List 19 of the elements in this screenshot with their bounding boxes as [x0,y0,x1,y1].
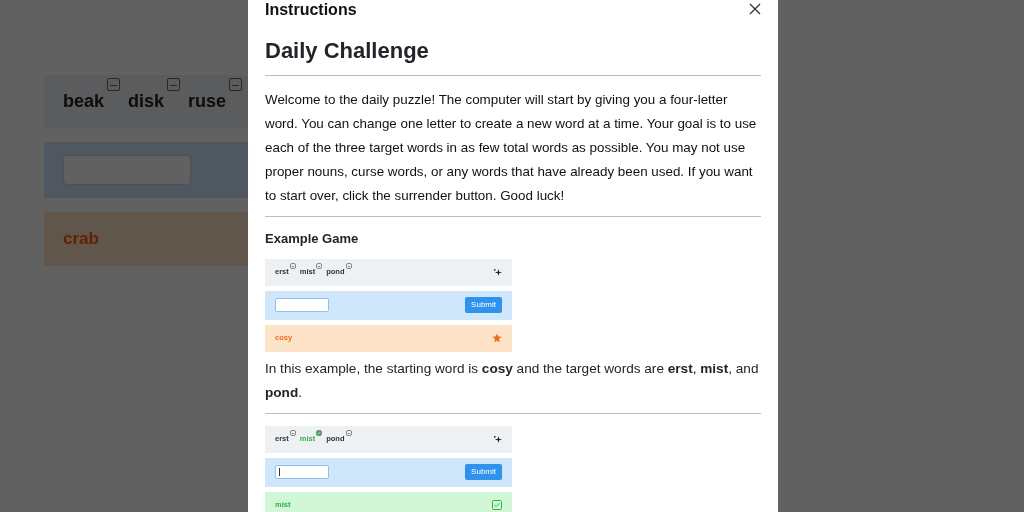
close-button[interactable] [749,2,763,17]
word-input-field[interactable] [275,298,329,312]
submit-button[interactable]: Submit [465,464,502,480]
submit-button[interactable]: Submit [465,297,502,313]
sparkle-icon[interactable] [493,267,502,277]
text-cursor [279,468,280,476]
sparkle-icon[interactable] [493,434,502,444]
word-input-field[interactable] [275,465,329,479]
dialog-title: Instructions [265,1,357,18]
caption-text: In this example, the starting word is cosy and the target words are erst, mist, and pond. [265,359,760,402]
target-word: beak [63,91,105,111]
word-text: crab [63,228,99,251]
section-heading: Example Game [265,230,360,248]
dialog-heading: Daily Challenge [265,37,430,65]
intro-paragraph: Welcome to the daily puzzle! The computer will start by giving you a four-letter word. You can change one letter to create a new word at a time. Your goal is to use each of the three target words in as few total words as possible. You may not use proper nouns, curse words, or any words that have already been used. If you want to start over, click the surrender button. Good luck! [265,91,758,205]
star-icon [492,333,502,343]
target-word: disk [128,91,165,111]
check-icon [492,500,502,510]
target-word: ruse [188,91,227,111]
